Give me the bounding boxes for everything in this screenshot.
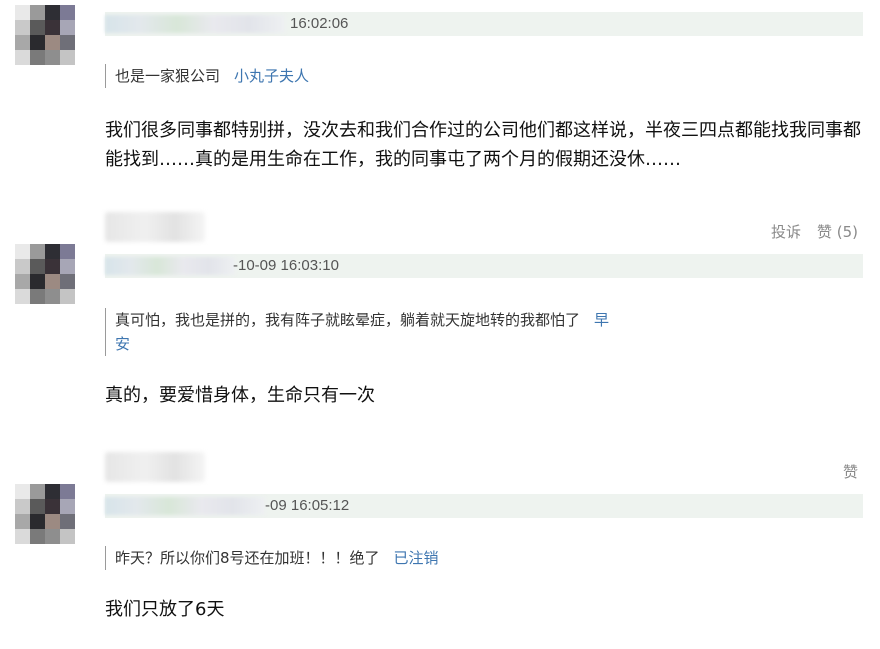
report-button[interactable]: 投诉 xyxy=(771,223,801,241)
like-button[interactable]: 赞 xyxy=(843,463,858,481)
like-button[interactable]: 赞 (5) xyxy=(817,223,858,241)
comment-meta-bar: 16:02:06 xyxy=(105,12,863,36)
comment-meta-bar: -10-09 16:03:10 xyxy=(105,254,863,278)
comment-text: 真的，要爱惜身体，生命只有一次 xyxy=(105,385,375,406)
comment-text: 我们只放了6天 xyxy=(105,599,225,620)
blurred-username xyxy=(105,257,235,275)
quoted-reply: 真可怕，我也是拼的，我有阵子就眩晕症，躺着就天旋地转的我都怕了早 安 xyxy=(105,308,615,356)
comment-actions: 赞 xyxy=(827,461,858,482)
blurred-username xyxy=(105,452,205,482)
quoted-author-link[interactable]: 已注销 xyxy=(394,549,439,567)
quoted-reply: 也是一家狠公司 小丸子夫人 xyxy=(105,64,309,88)
blurred-username xyxy=(105,15,285,33)
comment-timestamp: -10-09 16:03:10 xyxy=(233,257,339,274)
comment-actions: 投诉赞 (5) xyxy=(755,221,858,242)
comment-text: 我们很多同事都特别拼，没次去和我们合作过的公司他们都这样说，半夜三四点都能找我同… xyxy=(105,120,861,170)
comment-timestamp: -09 16:05:12 xyxy=(265,497,350,514)
quoted-text: 也是一家狠公司 xyxy=(115,67,221,85)
avatar[interactable] xyxy=(15,244,75,304)
quoted-text: 昨天？所以你们8号还在加班！！！绝了 xyxy=(115,549,380,567)
quoted-text: 真可怕，我也是拼的，我有阵子就眩晕症，躺着就天旋地转的我都怕了 xyxy=(115,311,581,329)
comment-timestamp: 16:02:06 xyxy=(290,15,349,32)
blurred-username xyxy=(105,212,205,242)
avatar[interactable] xyxy=(15,484,75,544)
quoted-author-link[interactable]: 小丸子夫人 xyxy=(234,67,309,85)
comment-meta-bar: -09 16:05:12 xyxy=(105,494,863,518)
blurred-username xyxy=(105,497,265,515)
avatar[interactable] xyxy=(15,5,75,65)
quoted-reply: 昨天？所以你们8号还在加班！！！绝了 已注销 xyxy=(105,546,439,570)
